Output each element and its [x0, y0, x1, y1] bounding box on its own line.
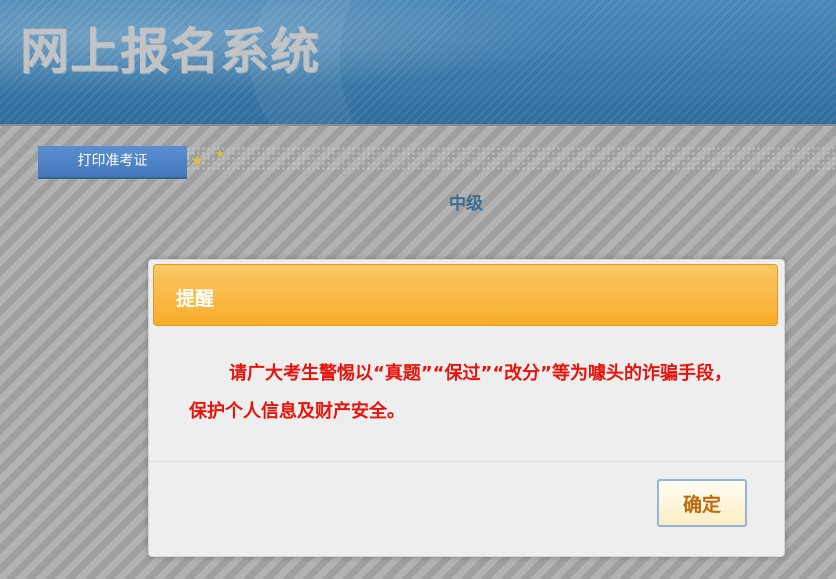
star-icon: ★	[190, 151, 205, 170]
dialog-header: 提醒	[153, 264, 778, 326]
tab-strip-background	[186, 146, 836, 172]
dialog-divider	[149, 461, 784, 462]
site-header: 网上报名系统	[0, 0, 836, 124]
site-title: 网上报名系统	[20, 23, 321, 80]
header-decoration	[250, 0, 836, 124]
tab-print-admission-ticket[interactable]: 打印准考证	[38, 146, 187, 179]
dialog-message: 请广大考生警惕以“真题”“保过”“改分”等为噱头的诈骗手段，保护个人信息及财产安…	[189, 363, 732, 422]
reminder-dialog: 提醒 请广大考生警惕以“真题”“保过”“改分”等为噱头的诈骗手段，保护个人信息及…	[148, 259, 785, 557]
star-icon: ★	[214, 147, 226, 162]
dialog-title: 提醒	[176, 288, 215, 310]
exam-level-label: 中级	[449, 194, 483, 214]
header-divider	[0, 124, 836, 126]
confirm-button[interactable]: 确定	[657, 479, 747, 527]
